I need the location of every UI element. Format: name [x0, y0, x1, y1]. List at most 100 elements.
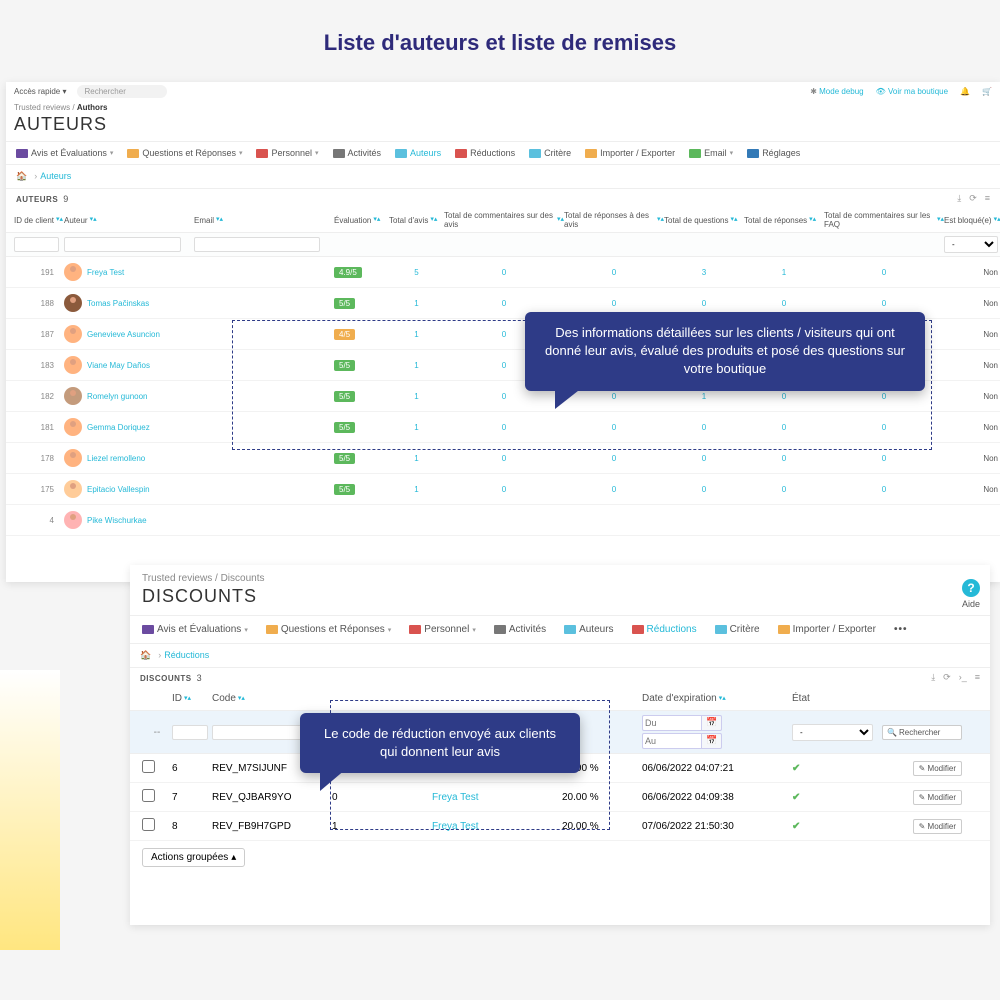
help-button[interactable]: ?Aide — [962, 579, 980, 609]
refresh-icon[interactable]: ⟳ — [969, 193, 977, 204]
cell-author[interactable]: Epitacio Vallespin — [64, 480, 194, 498]
row-checkbox[interactable] — [142, 760, 155, 773]
cell-state: ✔ — [792, 792, 882, 803]
cell-comments: 0 — [444, 485, 564, 494]
avatar — [64, 480, 82, 498]
cell-id: 187 — [14, 330, 64, 339]
tab-staff[interactable]: Personnel▾ — [256, 148, 318, 158]
filter-row: - 🔍 Rechercher — [6, 233, 1000, 257]
filter-blocked[interactable]: - — [944, 236, 998, 253]
cell-answers: 0 — [744, 454, 824, 463]
export-icon[interactable]: ⤓ — [957, 193, 961, 204]
row-checkbox[interactable] — [142, 789, 155, 802]
sub-breadcrumb: 🏠›Réductions — [130, 644, 990, 668]
cell-questions: 0 — [664, 454, 744, 463]
table-row: 191 Freya Test 4.9/5 5 0 0 3 1 0 Non 🔍 A… — [6, 257, 1000, 288]
cell-author[interactable]: Freya Test — [64, 263, 194, 281]
cell-rating: 5/5 — [334, 454, 389, 463]
tab-import[interactable]: Importer / Exporter — [778, 624, 876, 635]
view-shop-link[interactable]: 👁 Voir ma boutique — [876, 87, 948, 96]
tab-discounts[interactable]: Réductions — [632, 624, 697, 635]
tab-activities[interactable]: Activités — [333, 148, 382, 158]
module-toolbar: Avis et Évaluations▾ Questions et Répons… — [6, 141, 1000, 165]
home-icon[interactable]: 🏠 — [16, 171, 27, 181]
tab-qa[interactable]: Questions et Réponses▾ — [127, 148, 242, 158]
breadcrumb: Trusted reviews / Authors — [6, 101, 1000, 114]
row-checkbox[interactable] — [142, 818, 155, 831]
cart-icon[interactable]: 🛒 — [982, 87, 992, 96]
tab-activities[interactable]: Activités — [494, 624, 546, 635]
tab-criteria[interactable]: Critère — [529, 148, 571, 158]
cell-author[interactable]: Viane May Daños — [64, 356, 194, 374]
cell-faq: 0 — [824, 485, 944, 494]
cell-id: 7 — [172, 792, 212, 803]
tab-import[interactable]: Importer / Exporter — [585, 148, 675, 158]
filter-id[interactable] — [14, 237, 59, 252]
table-row: 4 Pike Wischurkae 🔍 Afficher — [6, 505, 1000, 536]
cell-id: 6 — [172, 763, 212, 774]
cell-author[interactable]: Gemma Doriquez — [64, 418, 194, 436]
list-count: DISCOUNTS 3 — [140, 673, 202, 683]
cell-questions: 0 — [664, 299, 744, 308]
sql-icon[interactable]: ≡ — [985, 193, 990, 204]
calendar-icon[interactable]: 📅 — [702, 715, 722, 731]
cell-author[interactable]: Tomas Pačinskas — [64, 294, 194, 312]
cell-reviews: 1 — [389, 485, 444, 494]
tab-qa[interactable]: Questions et Réponses▾ — [266, 624, 391, 635]
cell-id: 175 — [14, 485, 64, 494]
search-button[interactable]: 🔍 Rechercher — [882, 725, 962, 740]
bulk-actions-button[interactable]: Actions groupées ▴ — [142, 848, 245, 867]
refresh-icon[interactable]: ⟳ — [943, 672, 951, 683]
cell-id: 188 — [14, 299, 64, 308]
sql-icon[interactable]: ›_ — [959, 672, 967, 683]
global-search-input[interactable]: Rechercher — [77, 85, 167, 98]
avatar — [64, 511, 82, 529]
quick-access-menu[interactable]: Accès rapide ▾ — [14, 87, 67, 96]
bell-icon[interactable]: 🔔 — [960, 87, 970, 96]
cell-blocked: Non — [944, 485, 1000, 494]
export-icon[interactable]: ⤓ — [931, 672, 935, 683]
annotation-callout: Des informations détaillées sur les clie… — [525, 312, 925, 391]
tab-settings[interactable]: Réglages — [747, 148, 800, 158]
filter-date-to[interactable] — [642, 733, 702, 749]
tab-discounts[interactable]: Réductions — [455, 148, 515, 158]
cell-id: 181 — [14, 423, 64, 432]
cell-blocked: Non — [944, 268, 1000, 277]
cell-author[interactable]: Romelyn gunoon — [64, 387, 194, 405]
tab-reviews[interactable]: Avis et Évaluations▾ — [142, 624, 248, 635]
breadcrumb: Trusted reviews / Discounts — [130, 565, 990, 584]
cell-replies: 0 — [564, 454, 664, 463]
tab-more[interactable]: ••• — [894, 624, 908, 635]
tab-staff[interactable]: Personnel▾ — [409, 624, 476, 635]
debug-toggle[interactable]: ✱ Mode debug — [810, 87, 863, 96]
filter-date-from[interactable] — [642, 715, 702, 731]
table-header: ID de client▾▴ Auteur▾▴ Email▾▴ Évaluati… — [6, 208, 1000, 233]
avatar — [64, 449, 82, 467]
filter-author[interactable] — [64, 237, 181, 252]
tab-reviews[interactable]: Avis et Évaluations▾ — [16, 148, 113, 158]
edit-button[interactable]: ✎ Modifier — [913, 761, 962, 776]
page-heading: DISCOUNTS — [130, 584, 990, 615]
cell-author[interactable]: Pike Wischurkae — [64, 511, 194, 529]
home-icon[interactable]: 🏠 — [140, 650, 151, 660]
edit-button[interactable]: ✎ Modifier — [913, 819, 962, 834]
sub-breadcrumb: 🏠›Auteurs — [6, 165, 1000, 189]
cell-author[interactable]: Genevieve Asuncion — [64, 325, 194, 343]
tab-authors[interactable]: Auteurs — [395, 148, 441, 158]
tab-email[interactable]: Email▾ — [689, 148, 733, 158]
sql2-icon[interactable]: ≡ — [975, 672, 980, 683]
tab-authors[interactable]: Auteurs — [564, 624, 613, 635]
calendar-icon[interactable]: 📅 — [702, 733, 722, 749]
tab-criteria[interactable]: Critère — [715, 624, 760, 635]
list-count: AUTEURS 9 — [16, 194, 68, 204]
cell-faq: 0 — [824, 454, 944, 463]
cell-author[interactable]: Liezel remolleno — [64, 449, 194, 467]
cell-replies: 0 — [564, 485, 664, 494]
cell-answers: 0 — [744, 485, 824, 494]
filter-state[interactable]: - — [792, 724, 873, 741]
edit-button[interactable]: ✎ Modifier — [913, 790, 962, 805]
filter-id[interactable] — [172, 725, 208, 740]
filter-email[interactable] — [194, 237, 320, 252]
avatar — [64, 325, 82, 343]
cell-blocked: Non — [944, 392, 1000, 401]
